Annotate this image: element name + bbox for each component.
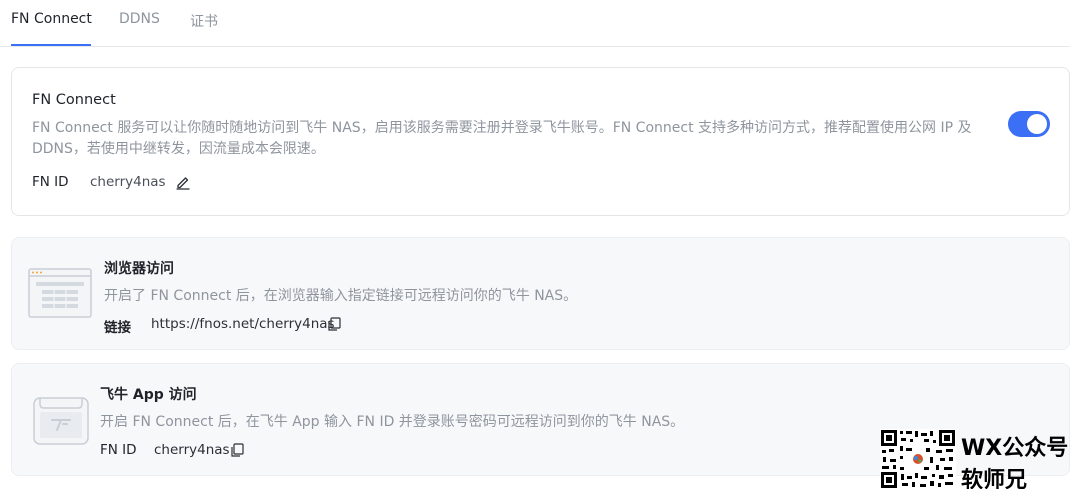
app-fn-id-label: FN ID	[100, 442, 137, 458]
watermark-line1: WX公众号	[961, 436, 1069, 461]
tab-ddns[interactable]: DDNS	[119, 11, 160, 27]
fn-connect-description-line1: FN Connect 服务可以让你随时随地访问到飞牛 NAS，启用该服务需要注册…	[32, 120, 972, 136]
watermark-line2: 软师兄	[961, 468, 1028, 489]
tab-bar: FN Connect DDNS 证书	[0, 0, 1070, 47]
link-value[interactable]: https://fnos.net/cherry4nas	[151, 316, 335, 332]
fn-connect-description: FN Connect 服务可以让你随时随地访问到飞牛 NAS，启用该服务需要注册…	[32, 118, 992, 160]
phone-app-icon	[32, 394, 90, 450]
fn-connect-toggle[interactable]	[1008, 111, 1050, 137]
browser-access-description: 开启了 FN Connect 后，在浏览器输入指定链接可远程访问你的飞牛 NAS…	[104, 288, 578, 304]
tab-fn-connect[interactable]: FN Connect	[11, 11, 92, 27]
app-fn-id-value[interactable]: cherry4nas	[154, 442, 230, 458]
qr-code-icon	[880, 429, 956, 489]
active-tab-indicator	[11, 44, 91, 46]
watermark: WX公众号 软师兄	[880, 429, 1080, 489]
fn-id-label: FN ID	[32, 174, 69, 190]
fn-id-value: cherry4nas	[90, 174, 166, 190]
browser-access-card: 浏览器访问 开启了 FN Connect 后，在浏览器输入指定链接可远程访问你的…	[11, 237, 1070, 350]
toggle-knob	[1027, 114, 1047, 134]
app-access-title: 飞牛 App 访问	[100, 387, 197, 403]
app-access-description: 开启 FN Connect 后，在飞牛 App 输入 FN ID 并登录账号密码…	[100, 414, 685, 430]
fn-connect-card: FN Connect FN Connect 服务可以让你随时随地访问到飞牛 NA…	[11, 67, 1070, 216]
fn-connect-description-line2: DDNS，若使用中继转发，因流量成本会限速。	[32, 141, 325, 157]
fn-connect-title: FN Connect	[32, 92, 116, 108]
browser-window-icon	[28, 268, 92, 322]
tab-certificate[interactable]: 证书	[190, 11, 218, 31]
link-label: 链接	[104, 320, 131, 336]
pencil-icon[interactable]	[175, 174, 191, 190]
copy-icon[interactable]	[326, 316, 342, 332]
browser-access-title: 浏览器访问	[104, 261, 174, 277]
copy-icon[interactable]	[229, 442, 245, 458]
